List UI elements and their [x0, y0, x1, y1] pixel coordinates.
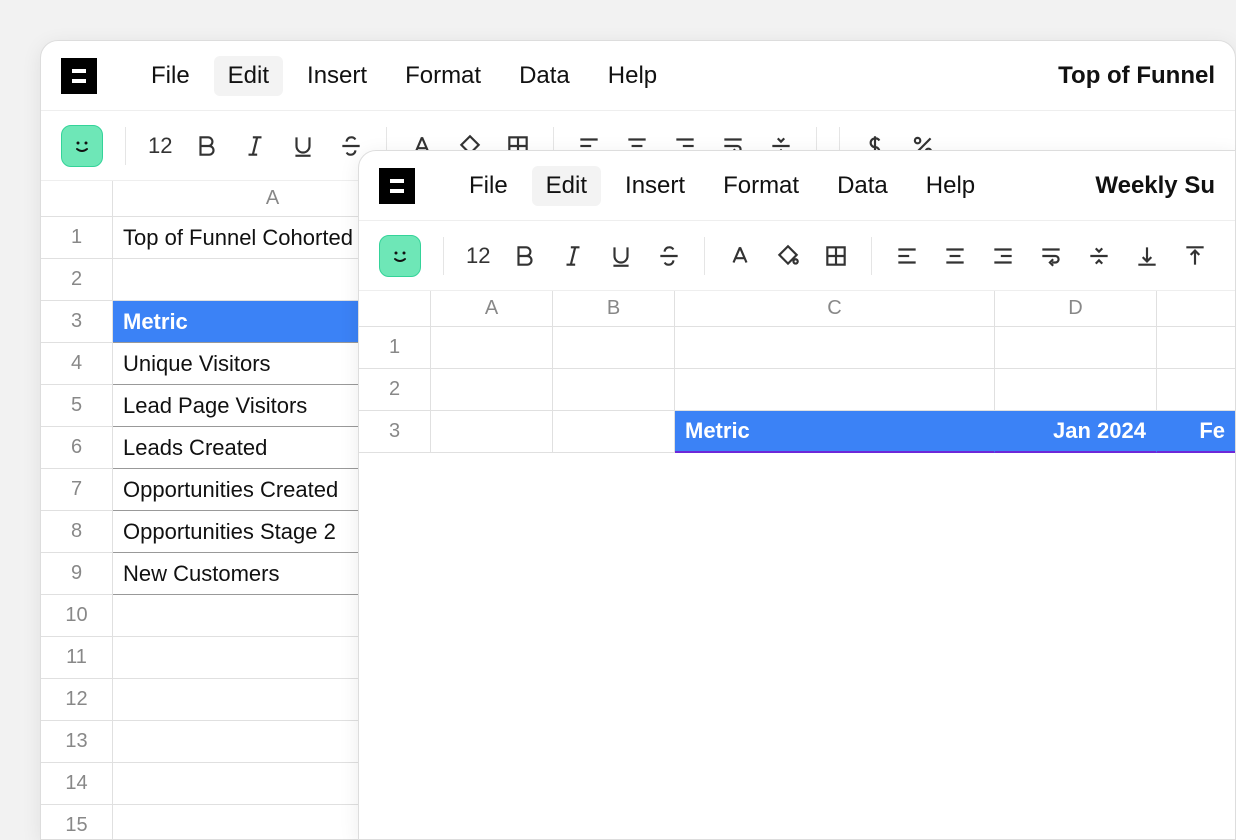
row-number[interactable]: 12 [41, 679, 113, 721]
text-color-icon[interactable] [727, 243, 753, 269]
align-left-icon[interactable] [894, 243, 920, 269]
cell[interactable] [431, 369, 553, 411]
col-header-a[interactable]: A [431, 291, 553, 326]
cell[interactable]: Metric [675, 411, 995, 453]
row-number[interactable]: 11 [41, 637, 113, 679]
menubar: File Edit Insert Format Data Help Weekly… [359, 151, 1235, 221]
italic-icon[interactable] [560, 243, 586, 269]
cell[interactable] [1157, 327, 1235, 369]
grid-rows: 123 MetricJan 2024Fe [359, 327, 1235, 453]
row-number[interactable]: 1 [359, 327, 431, 369]
menu-insert[interactable]: Insert [611, 166, 699, 206]
menu-help[interactable]: Help [594, 56, 671, 96]
underline-icon[interactable] [290, 133, 316, 159]
cell[interactable] [1157, 369, 1235, 411]
menu-format[interactable]: Format [709, 166, 813, 206]
borders-icon[interactable] [823, 243, 849, 269]
bold-icon[interactable] [512, 243, 538, 269]
face-icon[interactable] [379, 235, 421, 277]
row-number[interactable]: 6 [41, 427, 113, 469]
col-header-b[interactable]: B [553, 291, 675, 326]
row-number[interactable]: 3 [41, 301, 113, 343]
font-size[interactable]: 12 [466, 243, 490, 269]
menu-list: File Edit Insert Format Data Help [455, 166, 989, 206]
menu-edit[interactable]: Edit [532, 166, 601, 206]
cell[interactable]: Fe [1157, 411, 1235, 453]
row-number[interactable]: 9 [41, 553, 113, 595]
strikethrough-icon[interactable] [338, 133, 364, 159]
row-number[interactable]: 1 [41, 217, 113, 259]
row-number[interactable]: 8 [41, 511, 113, 553]
cell[interactable] [995, 369, 1157, 411]
spreadsheet-window-front: File Edit Insert Format Data Help Weekly… [358, 150, 1236, 840]
cell[interactable]: Jan 2024 [995, 411, 1157, 453]
menu-format[interactable]: Format [391, 56, 495, 96]
cell[interactable] [431, 327, 553, 369]
italic-icon[interactable] [242, 133, 268, 159]
cell[interactable] [675, 369, 995, 411]
align-right-icon[interactable] [990, 243, 1016, 269]
cell[interactable] [675, 327, 995, 369]
cell[interactable] [553, 369, 675, 411]
menu-data[interactable]: Data [505, 56, 584, 96]
menu-file[interactable]: File [137, 56, 204, 96]
cell[interactable] [995, 327, 1157, 369]
document-title: Top of Funnel [1058, 62, 1215, 90]
fill-color-icon[interactable] [775, 243, 801, 269]
face-icon[interactable] [61, 125, 103, 167]
row-number[interactable]: 13 [41, 721, 113, 763]
row-number[interactable]: 2 [359, 369, 431, 411]
font-size[interactable]: 12 [148, 133, 172, 159]
menu-file[interactable]: File [455, 166, 522, 206]
menu-list: File Edit Insert Format Data Help [137, 56, 671, 96]
cell[interactable] [553, 411, 675, 453]
menu-insert[interactable]: Insert [293, 56, 381, 96]
menu-data[interactable]: Data [823, 166, 902, 206]
row-number[interactable]: 2 [41, 259, 113, 301]
cell[interactable] [431, 411, 553, 453]
row-number[interactable]: 14 [41, 763, 113, 805]
cell[interactable] [553, 327, 675, 369]
document-title: Weekly Su [1095, 172, 1215, 200]
menu-edit[interactable]: Edit [214, 56, 283, 96]
underline-icon[interactable] [608, 243, 634, 269]
menu-help[interactable]: Help [912, 166, 989, 206]
valign-middle-icon[interactable] [1086, 243, 1112, 269]
app-logo[interactable] [61, 58, 97, 94]
col-header-e[interactable] [1157, 291, 1235, 326]
col-header-c[interactable]: C [675, 291, 995, 326]
row-number[interactable]: 15 [41, 805, 113, 840]
wrap-text-icon[interactable] [1038, 243, 1064, 269]
row-number[interactable]: 7 [41, 469, 113, 511]
col-header-d[interactable]: D [995, 291, 1157, 326]
row-number[interactable]: 3 [359, 411, 431, 453]
row-number[interactable]: 4 [41, 343, 113, 385]
app-logo[interactable] [379, 168, 415, 204]
valign-bottom-icon[interactable] [1134, 243, 1160, 269]
valign-top-icon[interactable] [1182, 243, 1208, 269]
row-number[interactable]: 10 [41, 595, 113, 637]
column-headers: A B C D [359, 291, 1235, 327]
row-number[interactable]: 5 [41, 385, 113, 427]
align-center-icon[interactable] [942, 243, 968, 269]
toolbar: 12 [359, 221, 1235, 291]
menubar: File Edit Insert Format Data Help Top of… [41, 41, 1235, 111]
bold-icon[interactable] [194, 133, 220, 159]
strikethrough-icon[interactable] [656, 243, 682, 269]
